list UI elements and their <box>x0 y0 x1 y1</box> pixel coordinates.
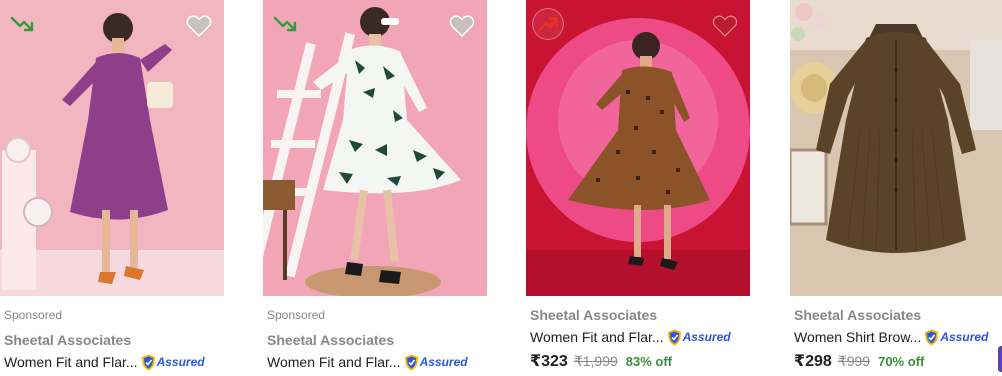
assured-badge: Assured <box>924 328 988 346</box>
product-image[interactable] <box>263 0 487 296</box>
product-title[interactable]: Women Fit and Flar... <box>530 328 664 346</box>
product-card[interactable]: Sheetal Associates Women Fit and Flar...… <box>526 0 750 376</box>
product-card[interactable]: Sponsored Sheetal Associates Women Fit a… <box>0 0 224 376</box>
product-photo <box>790 0 1002 296</box>
product-info: Sheetal Associates Women Shirt Brow... A… <box>794 306 1002 371</box>
assured-badge: Assured <box>667 328 731 346</box>
assured-shield-icon <box>925 329 939 345</box>
brand-name: Sheetal Associates <box>794 307 922 323</box>
assured-shield-icon <box>404 354 418 370</box>
product-info: Sponsored Sheetal Associates Women Fit a… <box>4 308 224 371</box>
assured-shield-icon <box>667 329 681 345</box>
discount-label: 83% off <box>625 354 673 369</box>
heart-icon[interactable] <box>449 14 475 38</box>
brand-name: Sheetal Associates <box>530 307 658 323</box>
heart-icon[interactable] <box>712 14 738 38</box>
brand-name: Sheetal Associates <box>267 332 395 348</box>
sponsored-label: Sponsored <box>267 308 326 322</box>
assured-badge: Assured <box>404 353 468 371</box>
product-title[interactable]: Women Fit and Flar... <box>267 353 401 371</box>
assured-text: Assured <box>940 330 989 344</box>
product-info: Sheetal Associates Women Fit and Flar...… <box>530 306 750 371</box>
product-image[interactable] <box>526 0 750 296</box>
product-card[interactable]: Sponsored Sheetal Associates Women Fit a… <box>263 0 487 376</box>
product-card[interactable]: Sheetal Associates Women Shirt Brow... A… <box>790 0 1002 376</box>
product-info: Sponsored Sheetal Associates Women Fit a… <box>267 308 487 371</box>
scroll-next-button[interactable] <box>998 346 1002 372</box>
product-image[interactable] <box>0 0 224 296</box>
sponsored-label: Sponsored <box>4 308 63 322</box>
selling-price: ₹298 <box>794 353 832 370</box>
product-title[interactable]: Women Shirt Brow... <box>794 328 921 346</box>
product-photo <box>0 0 224 296</box>
product-title[interactable]: Women Fit and Flar... <box>4 353 138 371</box>
product-photo <box>263 0 487 296</box>
product-image[interactable] <box>790 0 1002 296</box>
price-row: ₹298 ₹999 70% off <box>794 351 1002 371</box>
original-price: ₹1,999 <box>573 353 618 369</box>
brand-name: Sheetal Associates <box>4 332 132 348</box>
trend-down-icon <box>273 16 297 32</box>
price-row: ₹323 ₹1,999 83% off <box>530 351 750 371</box>
assured-badge: Assured <box>141 353 205 371</box>
trend-down-icon <box>10 16 34 32</box>
assured-text: Assured <box>419 355 468 369</box>
assured-text: Assured <box>682 330 731 344</box>
discount-label: 70% off <box>878 354 925 369</box>
heart-icon[interactable] <box>186 14 212 38</box>
product-grid: Sponsored Sheetal Associates Women Fit a… <box>0 0 1002 376</box>
original-price: ₹999 <box>837 353 871 369</box>
trend-up-icon <box>532 8 564 40</box>
assured-text: Assured <box>156 355 205 369</box>
product-photo <box>526 0 750 296</box>
selling-price: ₹323 <box>530 353 568 370</box>
assured-shield-icon <box>141 354 155 370</box>
